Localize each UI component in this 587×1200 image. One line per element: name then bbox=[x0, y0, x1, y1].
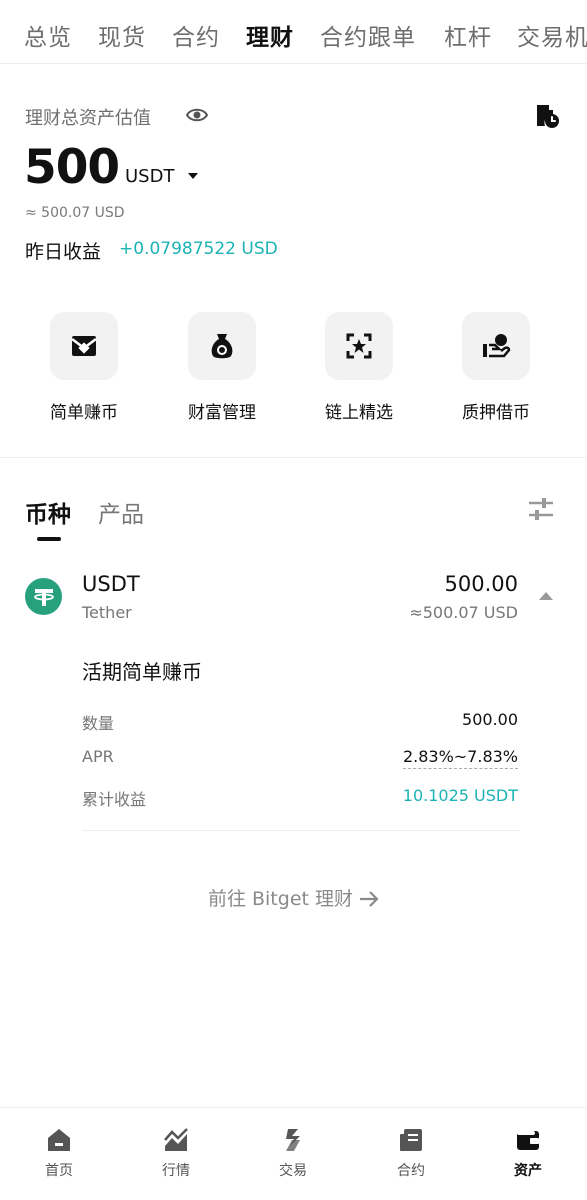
asset-unit-selector[interactable]: USDT bbox=[125, 166, 174, 187]
section-divider bbox=[0, 457, 587, 458]
top-tab-bar: 总览 现货 合约 理财 合约跟单 杠杆 交易机器人 bbox=[0, 0, 587, 64]
coin-amount: 500.00 bbox=[444, 572, 518, 596]
action-label: 简单赚币 bbox=[50, 403, 118, 423]
tab-futures[interactable]: 合约 bbox=[172, 18, 220, 52]
star-frame-icon bbox=[346, 333, 372, 359]
trade-icon bbox=[286, 1129, 300, 1151]
tab-trading-bots[interactable]: 交易机器人 bbox=[517, 18, 587, 52]
home-icon bbox=[48, 1129, 70, 1151]
tab-products[interactable]: 产品 bbox=[98, 495, 144, 529]
action-label: 财富管理 bbox=[188, 403, 256, 423]
nav-contract[interactable]: 合约 bbox=[371, 1126, 451, 1180]
simple-earn-icon bbox=[71, 336, 97, 356]
quantity-value: 500.00 bbox=[462, 710, 518, 729]
apr-label: APR bbox=[82, 747, 114, 766]
product-title: 活期简单赚币 bbox=[82, 660, 202, 684]
loan-hand-icon bbox=[483, 334, 511, 358]
nav-label: 合约 bbox=[397, 1163, 425, 1179]
coin-symbol: USDT bbox=[82, 572, 140, 596]
cumulative-earnings-label: 累计收益 bbox=[82, 790, 147, 809]
coin-name: Tether bbox=[82, 603, 132, 622]
yesterday-earnings-value: +0.07987522 USD bbox=[119, 239, 278, 259]
asset-value: 500 bbox=[24, 140, 120, 195]
action-crypto-loan[interactable]: 质押借币 bbox=[441, 312, 551, 423]
history-icon[interactable] bbox=[533, 102, 561, 130]
eye-icon[interactable] bbox=[186, 106, 208, 124]
nav-assets[interactable]: 资产 bbox=[488, 1126, 568, 1180]
contract-icon bbox=[400, 1129, 422, 1151]
nav-label: 交易 bbox=[279, 1163, 307, 1179]
action-label: 质押借币 bbox=[462, 403, 530, 423]
tab-spot[interactable]: 现货 bbox=[98, 18, 146, 52]
apr-value[interactable]: 2.83%~7.83% bbox=[402, 747, 518, 769]
tab-overview[interactable]: 总览 bbox=[24, 18, 72, 52]
nav-label: 资产 bbox=[514, 1163, 542, 1179]
quantity-label: 数量 bbox=[82, 714, 115, 733]
filter-sliders-icon[interactable] bbox=[527, 496, 555, 522]
bottom-nav: 首页 行情 交易 合约 资产 bbox=[0, 1107, 587, 1200]
wallet-icon bbox=[517, 1131, 539, 1150]
detail-divider bbox=[82, 830, 519, 831]
market-chart-icon bbox=[164, 1128, 188, 1151]
goto-bitget-earn-link[interactable]: 前往 Bitget 理财 bbox=[0, 884, 587, 911]
tab-coins[interactable]: 币种 bbox=[25, 495, 71, 529]
tether-logo-icon bbox=[25, 578, 62, 615]
yesterday-earnings-label: 昨日收益 bbox=[25, 241, 102, 263]
tab-earn[interactable]: 理财 bbox=[246, 18, 294, 52]
goto-link-text: 前往 Bitget 理财 bbox=[207, 888, 353, 910]
action-label: 链上精选 bbox=[325, 403, 393, 423]
money-bag-icon bbox=[211, 334, 233, 359]
coin-usd-value: ≈500.07 USD bbox=[409, 603, 518, 622]
nav-home[interactable]: 首页 bbox=[19, 1126, 99, 1180]
asset-label: 理财总资产估值 bbox=[25, 108, 151, 129]
action-simple-earn[interactable]: 简单赚币 bbox=[29, 312, 139, 423]
action-wealth-management[interactable]: 财富管理 bbox=[167, 312, 277, 423]
asset-usd-equivalent: ≈ 500.07 USD bbox=[25, 205, 125, 221]
collapse-arrow-icon[interactable] bbox=[539, 592, 553, 600]
cumulative-earnings-value: 10.1025 USDT bbox=[402, 786, 518, 805]
caret-down-icon[interactable] bbox=[188, 173, 198, 179]
nav-label: 首页 bbox=[45, 1163, 73, 1179]
nav-trade[interactable]: 交易 bbox=[253, 1126, 333, 1180]
tab-copy-trading[interactable]: 合约跟单 bbox=[320, 18, 416, 52]
arrow-right-icon bbox=[360, 891, 379, 907]
nav-market[interactable]: 行情 bbox=[136, 1126, 216, 1180]
action-onchain-select[interactable]: 链上精选 bbox=[304, 312, 414, 423]
tab-margin[interactable]: 杠杆 bbox=[444, 18, 492, 52]
tab-indicator bbox=[37, 537, 61, 541]
nav-label: 行情 bbox=[162, 1163, 190, 1179]
